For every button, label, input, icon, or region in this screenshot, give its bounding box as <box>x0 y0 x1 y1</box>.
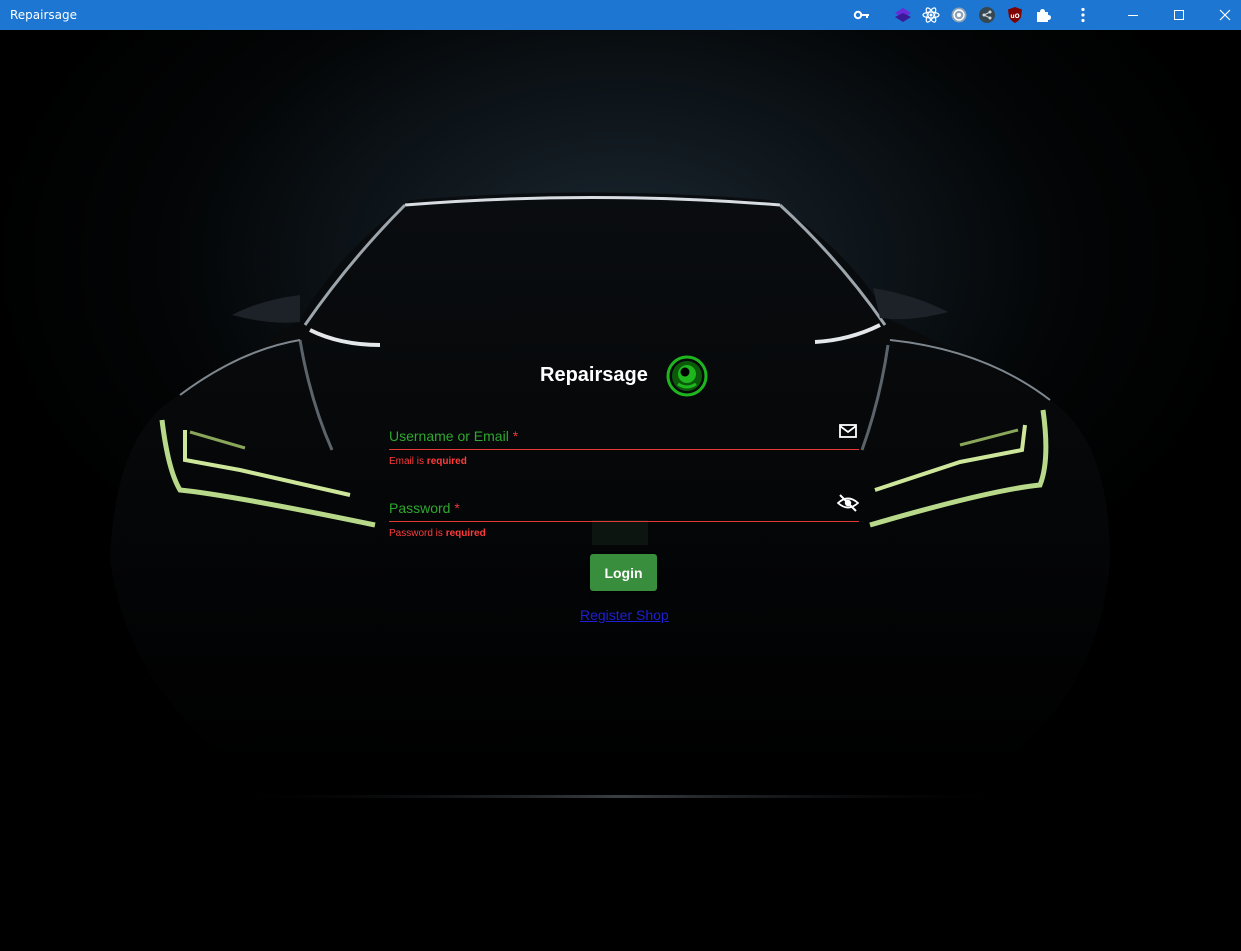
visibility-off-icon[interactable] <box>836 493 860 513</box>
key-icon[interactable] <box>853 6 871 24</box>
username-error: Email is required <box>389 456 467 467</box>
username-underline <box>389 449 859 450</box>
maximize-button[interactable] <box>1157 0 1201 30</box>
more-options-icon[interactable] <box>1074 6 1092 24</box>
car-background <box>0 30 1241 951</box>
password-label: Password * <box>389 500 460 516</box>
share-extension-icon[interactable] <box>978 6 996 24</box>
puzzle-extensions-icon[interactable] <box>1034 6 1052 24</box>
password-error: Password is required <box>389 528 486 539</box>
password-field[interactable]: Password * <box>389 494 860 522</box>
minimize-button[interactable] <box>1111 0 1155 30</box>
brand-name: Repairsage <box>540 364 648 386</box>
target-extension-icon[interactable] <box>950 6 968 24</box>
svg-text:uO: uO <box>1010 13 1019 20</box>
username-label: Username or Email * <box>389 428 519 444</box>
car-silhouette-illustration <box>110 192 1110 798</box>
layers-extension-icon[interactable] <box>894 6 912 24</box>
close-button[interactable] <box>1203 0 1241 30</box>
window-title: Repairsage <box>10 8 78 22</box>
window-titlebar: Repairsage uO <box>0 0 1241 30</box>
register-shop-link[interactable]: Register Shop <box>580 607 669 623</box>
username-field[interactable]: Username or Email * <box>389 424 859 450</box>
react-extension-icon[interactable] <box>922 6 940 24</box>
login-button[interactable]: Login <box>590 554 657 591</box>
password-underline <box>389 521 859 522</box>
ublock-extension-icon[interactable]: uO <box>1006 6 1024 24</box>
email-icon <box>837 422 859 442</box>
repairsage-logo-icon <box>666 355 708 397</box>
